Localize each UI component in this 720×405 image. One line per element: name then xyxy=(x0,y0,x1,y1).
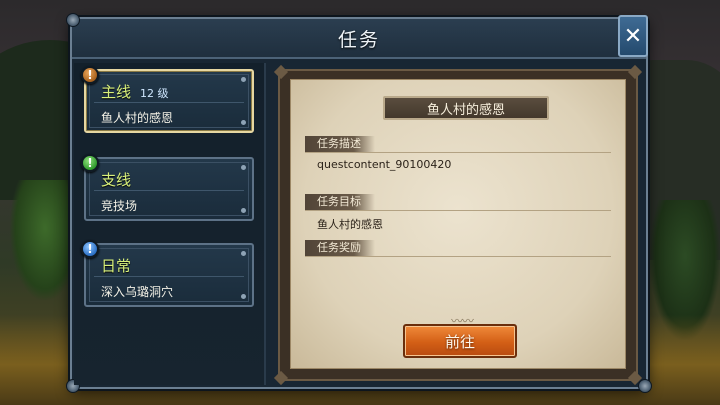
section-label-objective: 任务目标 xyxy=(305,194,375,210)
quest-item-main[interactable]: 主线 12 级 鱼人村的感恩 ! xyxy=(81,66,254,133)
title-bar: 任务 xyxy=(72,19,646,59)
exclamation-icon: ! xyxy=(81,154,99,172)
frame-spike-icon xyxy=(627,64,643,80)
quest-window: 任务 ✕ 主线 12 级 鱼人村的感恩 ! 支线 竞技场 ! 日常 深入乌璐洞穴… xyxy=(66,13,652,393)
quest-list: 主线 12 级 鱼人村的感恩 ! 支线 竞技场 ! 日常 深入乌璐洞穴 ! xyxy=(74,63,266,385)
quest-item-daily[interactable]: 日常 深入乌璐洞穴 ! xyxy=(81,240,254,307)
section-divider xyxy=(305,256,611,257)
quest-name: 鱼人村的感恩 xyxy=(101,111,174,125)
section-label-reward: 任务奖励 xyxy=(305,240,375,256)
section-divider xyxy=(305,210,611,211)
quest-category: 支线 xyxy=(101,171,132,189)
corner-dot-icon xyxy=(241,294,246,299)
close-button[interactable]: ✕ xyxy=(618,15,648,57)
corner-dot-icon xyxy=(241,120,246,125)
exclamation-icon: ! xyxy=(81,240,99,258)
quest-objective: 鱼人村的感恩 xyxy=(317,218,383,231)
quest-item-side[interactable]: 支线 竞技场 ! xyxy=(81,154,254,221)
corner-rivet-icon xyxy=(66,13,80,27)
frame-spike-icon xyxy=(273,64,289,80)
close-icon: ✕ xyxy=(623,23,643,49)
go-button[interactable]: 前往 xyxy=(403,324,517,358)
quest-title: 鱼人村的感恩 xyxy=(383,96,549,120)
quest-name: 深入乌璐洞穴 xyxy=(101,285,174,299)
corner-dot-icon xyxy=(241,208,246,213)
section-divider xyxy=(305,152,611,153)
quest-category: 主线 xyxy=(101,83,132,101)
section-label-description: 任务描述 xyxy=(305,136,375,152)
frame-spike-icon xyxy=(273,370,289,386)
quest-category: 日常 xyxy=(101,257,132,275)
quest-description: questcontent_90100420 xyxy=(317,158,452,171)
corner-dot-icon xyxy=(241,251,246,256)
parchment: 鱼人村的感恩 任务描述 questcontent_90100420 任务目标 鱼… xyxy=(290,79,626,369)
exclamation-icon: ! xyxy=(81,66,99,84)
quest-detail-panel: 鱼人村的感恩 任务描述 questcontent_90100420 任务目标 鱼… xyxy=(273,64,643,386)
divider xyxy=(94,276,244,277)
divider xyxy=(94,102,244,103)
corner-dot-icon xyxy=(241,165,246,170)
corner-rivet-icon xyxy=(638,379,652,393)
divider xyxy=(94,190,244,191)
window-title: 任务 xyxy=(337,28,380,51)
quest-name: 竞技场 xyxy=(101,199,138,213)
corner-dot-icon xyxy=(241,77,246,82)
quest-level: 12 级 xyxy=(140,87,169,100)
